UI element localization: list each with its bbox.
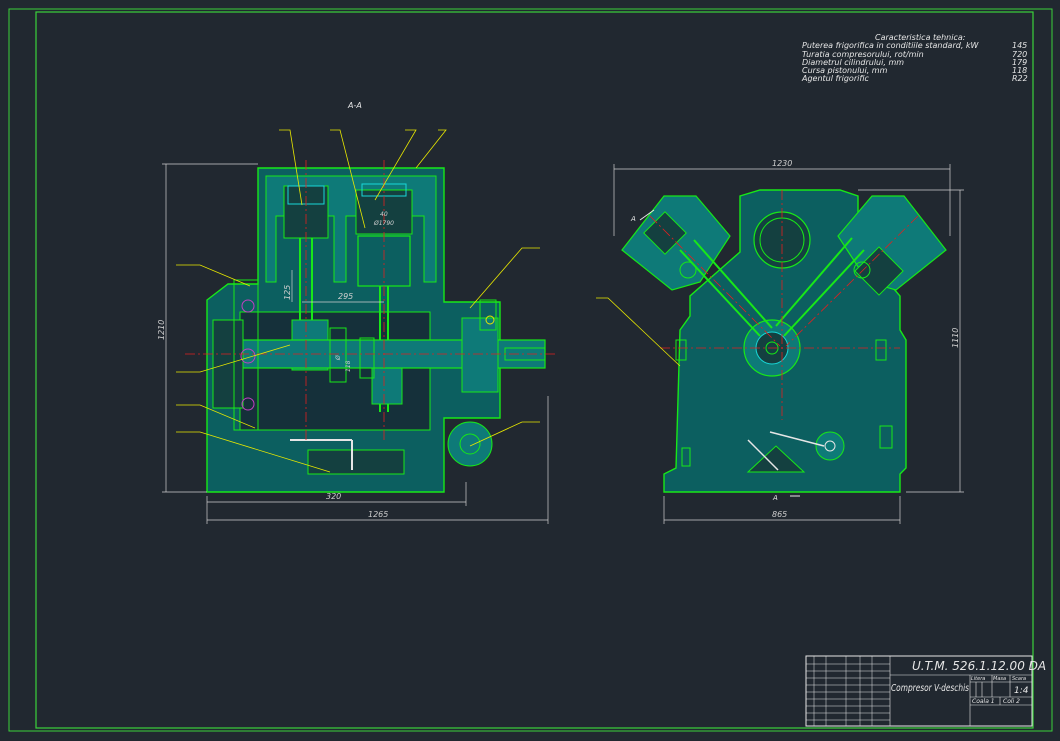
dim-left-crank-a: Ø [335,355,342,361]
dim-right-width-bottom: 865 [772,510,787,519]
title-col-litera: Litera [971,676,985,682]
leader-right [596,297,681,367]
tech-spec-value-5: R22 [1012,74,1028,83]
section-marker-bottom: A [772,494,778,502]
title-sheets: Coli 2 [1003,698,1020,705]
dim-left-piston-a: 40 [380,211,388,218]
dim-left-inner-horizontal: 295 [338,292,353,301]
title-name: Compresor V-deschis [891,683,969,694]
dim-left-height: 1210 [157,320,166,340]
cad-drawing-canvas: Caracteristica tehnica: Puterea frigorif… [8,8,1053,732]
title-sheet: Coala 1 [972,698,995,705]
title-drawing-code: U.T.M. 526.1.12.00 DA [912,659,1046,673]
title-col-masa: Masa [993,676,1006,682]
title-scale: 1:4 [1014,686,1029,696]
dim-left-inner-vertical: 125 [283,285,292,300]
section-marker-top: A [630,215,636,223]
title-col-scara: Scara [1012,676,1026,682]
section-view-label: A-A [347,101,362,110]
dim-right-width-top: 1230 [772,159,792,168]
tech-specs: Caracteristica tehnica: Puterea frigorif… [801,33,1028,83]
title-block: U.T.M. 526.1.12.00 DA Compresor V-deschi… [805,655,1046,727]
dim-left-crank-b: 118 [345,360,352,372]
tech-spec-label-5: Agentul frigorific [801,74,869,83]
section-view-a-a: A-A 1210 1265 320 295 125 40 Ø1790 Ø 118 [157,101,555,524]
tech-spec-value-1: 145 [1012,41,1027,50]
tech-spec-label-1: Puterea frigorifica in conditiile standa… [802,41,980,50]
front-view-v-block: A A 1230 865 1110 [596,159,964,524]
dim-left-piston-b: Ø1790 [373,220,394,227]
dim-right-height: 1110 [951,328,960,348]
dim-left-width-total: 1265 [368,510,388,519]
dim-left-width-partial: 320 [326,492,341,501]
